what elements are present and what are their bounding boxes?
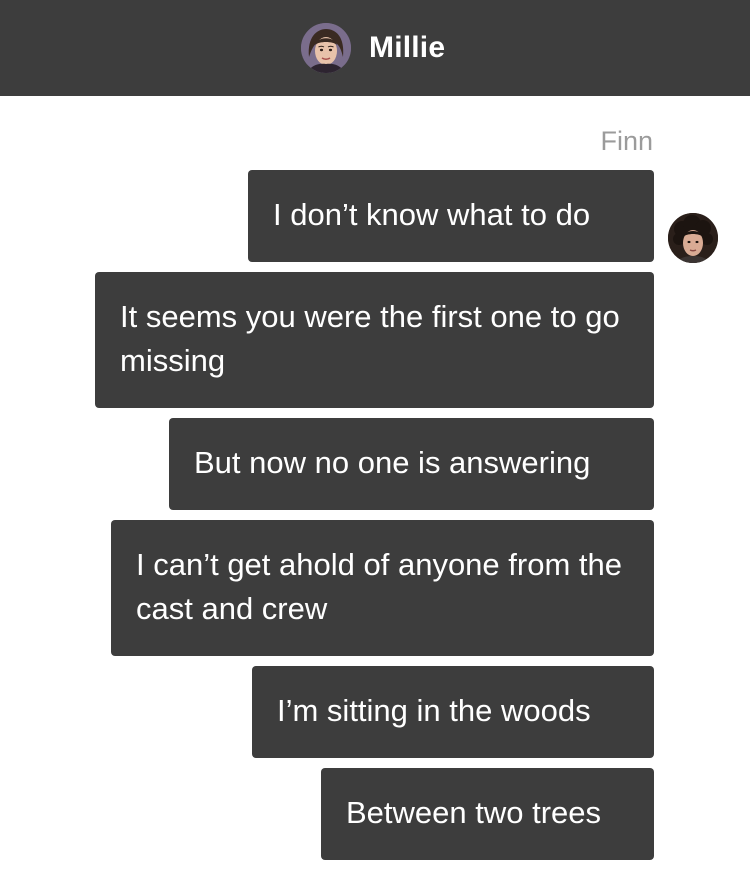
sender-name: Finn <box>600 126 653 156</box>
finn-avatar-icon[interactable] <box>668 213 718 263</box>
millie-avatar-icon[interactable] <box>301 23 351 73</box>
message-bubble[interactable]: Between two trees <box>321 768 654 860</box>
chat-header: Millie <box>0 0 750 96</box>
message-bubble[interactable]: I’m sitting in the woods <box>252 666 654 758</box>
message-bubble[interactable]: It seems you were the first one to go mi… <box>95 272 654 408</box>
message-bubble[interactable]: But now no one is answering <box>169 418 654 510</box>
message-bubble[interactable]: I can’t get ahold of anyone from the cas… <box>111 520 654 656</box>
message-bubble[interactable]: I don’t know what to do <box>248 170 654 262</box>
contact-info[interactable]: Millie <box>301 22 445 74</box>
contact-name: Millie <box>369 31 446 64</box>
